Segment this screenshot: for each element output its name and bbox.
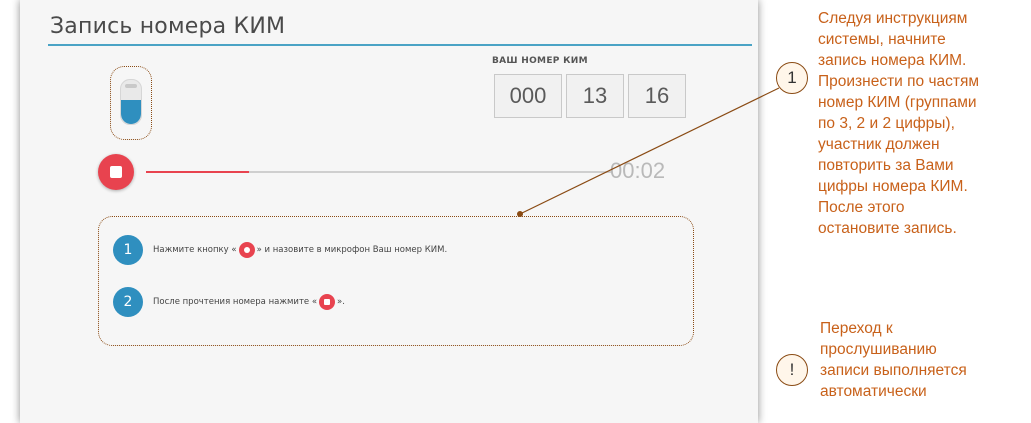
- callout-1-text-line: цифры номера КИМ.: [818, 178, 968, 195]
- callout-2-text-line: автоматически: [820, 383, 927, 400]
- callout-1-text-line: остановите запись.: [818, 220, 957, 237]
- callout-2-text-line: прослушиванию: [820, 341, 937, 358]
- callout-2-text: Переход к прослушиванию записи выполняется…: [820, 318, 1030, 402]
- callout-1-text: Следуя инструкциям системы, начните запись…: [818, 8, 1030, 239]
- callout-1-text-line: Произнести по частям: [818, 73, 980, 90]
- callout-1-text-line: по 3, 2 и 2 цифры),: [818, 115, 955, 132]
- callout-marker-1: 1: [776, 62, 808, 94]
- callout-1-text-line: Следуя инструкциям: [818, 10, 968, 27]
- callout-1-text-line: системы, начните: [818, 31, 946, 48]
- callout-1-text-line: номер КИМ (группами: [818, 94, 977, 111]
- callout-2-text-line: Переход к: [820, 320, 893, 337]
- callout-1-text-line: повторить за Вами: [818, 157, 954, 174]
- callout-1-text-line: участник должен: [818, 136, 940, 153]
- callout-marker-2: !: [776, 354, 808, 386]
- callout-1-text-line: запись номера КИМ.: [818, 52, 967, 69]
- callout-1-text-line: После этого: [818, 199, 905, 216]
- callout-2-text-line: записи выполняется: [820, 362, 967, 379]
